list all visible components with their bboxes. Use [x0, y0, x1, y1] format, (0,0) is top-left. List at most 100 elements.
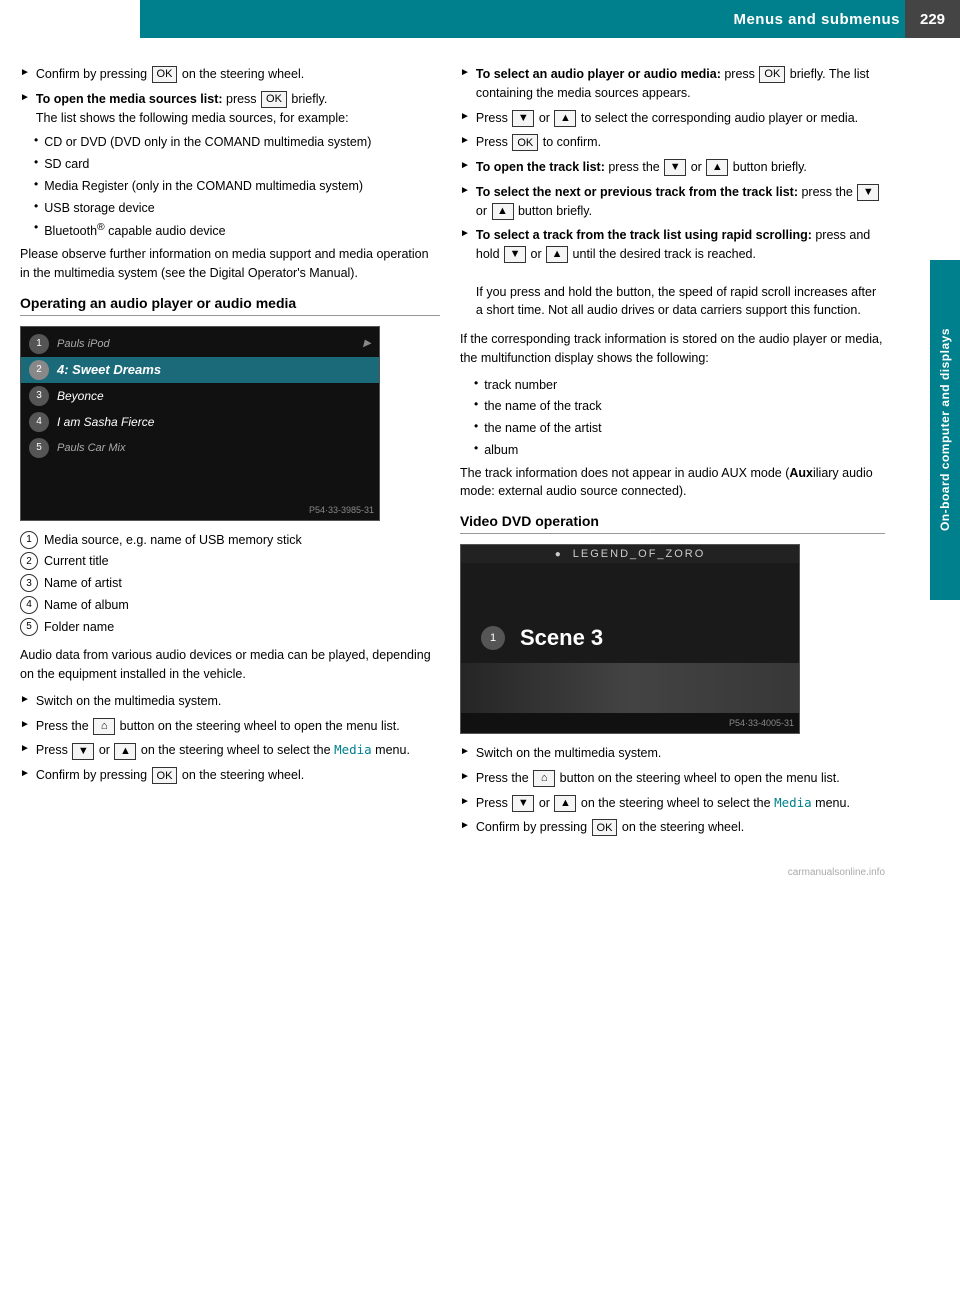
ok-key3: OK	[152, 767, 178, 784]
media-item-num: 1	[29, 334, 49, 354]
header-title: Menus and submenus	[733, 11, 900, 28]
sub-bullet-usb: • USB storage device	[34, 199, 440, 218]
up-key-r4: ▲	[546, 246, 568, 263]
bullet-press-nav-media: ► Press ▼ or ▲ on the steering wheel to …	[20, 741, 440, 760]
down-key-v: ▼	[512, 795, 534, 812]
bullet-switch-multimedia-v: ► Switch on the multimedia system.	[460, 744, 885, 763]
bullet-open-track-list: ► To open the track list: press the ▼ or…	[460, 158, 885, 177]
video-body: 1 Scene 3	[461, 563, 799, 713]
bullet-press-nav-media-text: Press ▼ or ▲ on the steering wheel to se…	[36, 741, 410, 760]
video-bg-strip	[461, 663, 799, 713]
ok-key-r1: OK	[759, 66, 785, 83]
down-key: ▼	[72, 743, 94, 760]
legend-item-1: 1 Media source, e.g. name of USB memory …	[20, 531, 440, 550]
video-screenshot: ● LEGEND_OF_ZORO 1 Scene 3 P54·33-4005-3…	[460, 544, 800, 734]
bullet-open-media: ► To open the media sources list: press …	[20, 90, 440, 128]
media-list-item: 3 Beyonce	[21, 383, 379, 409]
bullet-confirm-ok3: ► Confirm by pressing OK on the steering…	[20, 766, 440, 785]
up-key-v: ▲	[554, 795, 576, 812]
aux-para: The track information does not appear in…	[460, 464, 885, 502]
right-column: ► To select an audio player or audio med…	[460, 65, 885, 878]
bullet-select-next-prev-text: To select the next or previous track fro…	[476, 183, 885, 221]
bullet-press-nav-select: ► Press ▼ or ▲ to select the correspondi…	[460, 109, 885, 128]
video-top-bar: ● LEGEND_OF_ZORO	[461, 545, 799, 563]
bullet-arrow-icon: ►	[20, 743, 30, 754]
section-heading-audio: Operating an audio player or audio media	[20, 295, 440, 316]
media-item-num: 5	[29, 438, 49, 458]
bullet-arrow-icon: ►	[460, 160, 470, 171]
media-item-num: 3	[29, 386, 49, 406]
bullet-confirm-ok3-text: Confirm by pressing OK on the steering w…	[36, 766, 304, 785]
down-key-r4: ▼	[504, 246, 526, 263]
sub-bullet-sd: • SD card	[34, 155, 440, 174]
bullet-press-ok-confirm-text: Press OK to confirm.	[476, 133, 601, 152]
bullet-arrow-icon: ►	[20, 92, 30, 103]
track-info-para: If the corresponding track information i…	[460, 330, 885, 368]
bullet-arrow-icon: ►	[460, 746, 470, 757]
bullet-arrow-icon: ►	[20, 694, 30, 705]
bullet-arrow-icon: ►	[460, 185, 470, 196]
video-img-caption: P54·33-4005-31	[729, 718, 794, 728]
info-album: • album	[474, 441, 885, 460]
bullet-arrow-icon: ►	[20, 67, 30, 78]
legend-item-2: 2 Current title	[20, 552, 440, 571]
audio-para: Audio data from various audio devices or…	[20, 646, 440, 684]
bullet-press-home-v-text: Press the ⌂ button on the steering wheel…	[476, 769, 840, 788]
info-artist-name: • the name of the artist	[474, 419, 885, 438]
down-key-r2: ▼	[664, 159, 686, 176]
bullet-confirm-ok-v-text: Confirm by pressing OK on the steering w…	[476, 818, 744, 837]
bullet-select-rapid: ► To select a track from the track list …	[460, 226, 885, 320]
bullet-arrow-icon: ►	[460, 796, 470, 807]
media-screenshot: 1 Pauls iPod ▶ 2 4: Sweet Dreams 3 Beyon…	[20, 326, 380, 521]
bullet-press-home-v: ► Press the ⌂ button on the steering whe…	[460, 769, 885, 788]
ok-key2: OK	[261, 91, 287, 108]
bullet-press-nav-media-v-text: Press ▼ or ▲ on the steering wheel to se…	[476, 794, 850, 813]
bullet-arrow-icon: ►	[460, 771, 470, 782]
legend-item-5: 5 Folder name	[20, 618, 440, 637]
bullet-select-audio-text: To select an audio player or audio media…	[476, 65, 885, 103]
media-item-num: 2	[29, 360, 49, 380]
bullet-press-ok-confirm: ► Press OK to confirm.	[460, 133, 885, 152]
bullet-arrow-icon: ►	[460, 228, 470, 239]
down-key-r: ▼	[512, 110, 534, 127]
track-info-list: • track number • the name of the track •…	[474, 376, 885, 460]
ok-key: OK	[152, 66, 178, 83]
side-tab-label: On-board computer and displays	[938, 328, 952, 531]
bullet-arrow-icon: ►	[460, 820, 470, 831]
header-bar: Menus and submenus	[140, 0, 960, 38]
sub-bullet-list: • CD or DVD (DVD only in the COMAND mult…	[34, 133, 440, 241]
down-key-r3: ▼	[857, 184, 879, 201]
media-list: 1 Pauls iPod ▶ 2 4: Sweet Dreams 3 Beyon…	[21, 327, 379, 465]
sub-bullet-bluetooth: • Bluetooth® capable audio device	[34, 220, 440, 241]
section-heading-video: Video DVD operation	[460, 513, 885, 534]
up-key-r2: ▲	[706, 159, 728, 176]
bullet-confirm-ok: ► Confirm by pressing OK on the steering…	[20, 65, 440, 84]
bullet-switch-multimedia: ► Switch on the multimedia system.	[20, 692, 440, 711]
sub-bullet-cd: • CD or DVD (DVD only in the COMAND mult…	[34, 133, 440, 152]
video-scene-num: 1	[481, 626, 505, 650]
media-list-item: 4 I am Sasha Fierce	[21, 409, 379, 435]
side-tab: On-board computer and displays	[930, 260, 960, 600]
bullet-press-home-text: Press the ⌂ button on the steering wheel…	[36, 717, 400, 736]
info-track-name: • the name of the track	[474, 397, 885, 416]
media-list-item: 1 Pauls iPod ▶	[21, 331, 379, 357]
bullet-arrow-icon: ►	[20, 719, 30, 730]
bullet-arrow-icon: ►	[460, 135, 470, 146]
legend-item-3: 3 Name of artist	[20, 574, 440, 593]
page-number: 229	[905, 0, 960, 38]
bullet-switch-text: Switch on the multimedia system.	[36, 692, 222, 711]
img-caption: P54·33-3985-31	[309, 505, 374, 515]
bullet-confirm-ok-text: Confirm by pressing OK on the steering w…	[36, 65, 304, 84]
bullet-arrow-icon: ►	[460, 111, 470, 122]
bullet-open-media-text: To open the media sources list: press OK…	[36, 90, 349, 128]
home-key: ⌂	[93, 718, 115, 735]
info-para: Please observe further information on me…	[20, 245, 440, 283]
bullet-arrow-icon: ►	[460, 67, 470, 78]
bullet-arrow-icon: ►	[20, 768, 30, 779]
watermark: carmanualsonline.info	[460, 867, 885, 878]
bullet-press-nav-media-v: ► Press ▼ or ▲ on the steering wheel to …	[460, 794, 885, 813]
home-key-v: ⌂	[533, 770, 555, 787]
up-key-r: ▲	[554, 110, 576, 127]
media-item-num: 4	[29, 412, 49, 432]
bullet-select-audio: ► To select an audio player or audio med…	[460, 65, 885, 103]
